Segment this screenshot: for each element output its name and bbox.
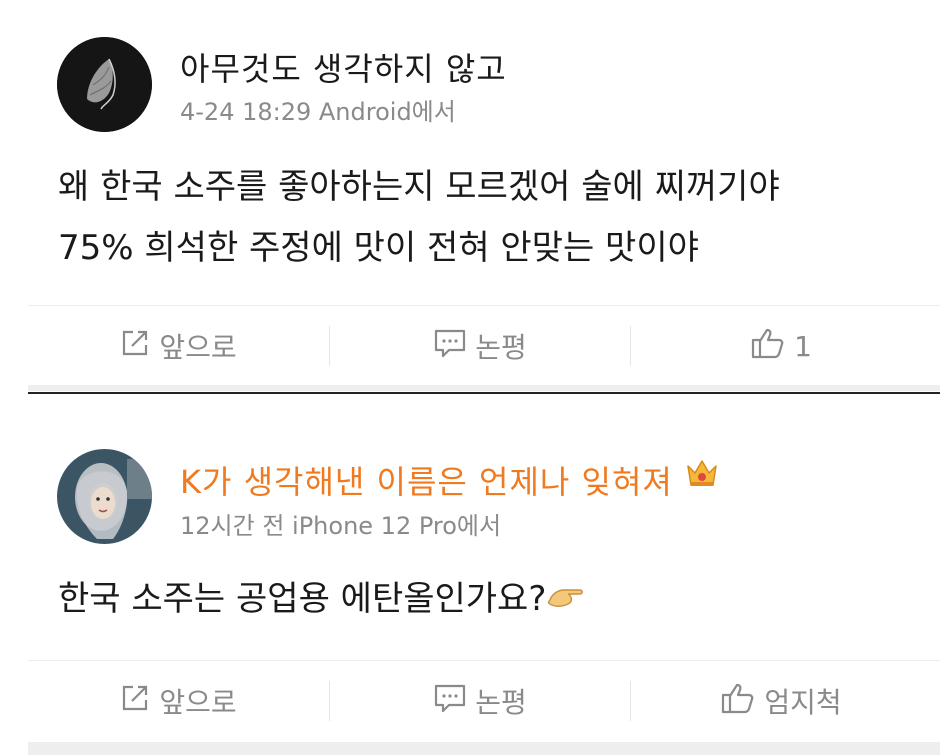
avatar[interactable] [57, 37, 152, 132]
like-count: 1 [794, 329, 812, 363]
username[interactable]: K가 생각해낸 이름은 언제나 잊혀져 [180, 457, 673, 503]
share-arrow-icon [119, 682, 151, 721]
post-1: 아무것도 생각하지 않고 4-24 18:29 Android에서 왜 한국 소… [0, 0, 940, 392]
post-content-line-1: 한국 소주는 공업용 에탄올인가요? [58, 570, 588, 630]
post-meta: 12시간 전 iPhone 12 Pro에서 [180, 512, 502, 540]
thumbs-up-icon [750, 326, 786, 367]
username[interactable]: 아무것도 생각하지 않고 [180, 44, 507, 90]
like-button[interactable]: 엄지척 [631, 661, 931, 741]
forward-button[interactable]: 앞으로 [28, 661, 328, 741]
comment-label: 논평 [475, 686, 527, 719]
butterfly-avatar-image [57, 37, 152, 132]
comment-label: 논평 [475, 331, 527, 364]
crown-icon [684, 456, 720, 494]
comment-bubble-icon [433, 682, 467, 721]
section-gap [28, 385, 940, 391]
avatar[interactable] [57, 449, 152, 544]
share-arrow-icon [119, 327, 151, 366]
section-gap [28, 742, 940, 755]
forward-label: 앞으로 [159, 331, 237, 364]
action-bar: 앞으로 논평 엄지척 [28, 660, 940, 741]
post-content-text: 한국 소주는 공업용 에탄올인가요? [58, 579, 547, 619]
action-bar: 앞으로 논평 1 [28, 305, 940, 386]
thumbs-up-icon [720, 681, 756, 722]
person-avatar-image [57, 449, 152, 544]
post-content-line-2: 75% 희석한 주정에 맛이 전혀 안맞는 맛이야 [58, 228, 699, 268]
forward-label: 앞으로 [159, 686, 237, 719]
post-content-line-1: 왜 한국 소주를 좋아하는지 모르겠어 술에 찌꺼기야 [58, 167, 780, 207]
comment-bubble-icon [433, 327, 467, 366]
like-button[interactable]: 1 [631, 306, 931, 386]
like-label: 엄지척 [764, 686, 842, 719]
post-2: K가 생각해낸 이름은 언제나 잊혀져 12시간 전 iPhone 12 Pro… [0, 392, 940, 755]
comment-button[interactable]: 논평 [330, 306, 630, 386]
post-meta: 4-24 18:29 Android에서 [180, 98, 456, 126]
pointing-hand-emoji [546, 572, 588, 630]
comment-button[interactable]: 논평 [330, 661, 630, 741]
forward-button[interactable]: 앞으로 [28, 306, 328, 386]
